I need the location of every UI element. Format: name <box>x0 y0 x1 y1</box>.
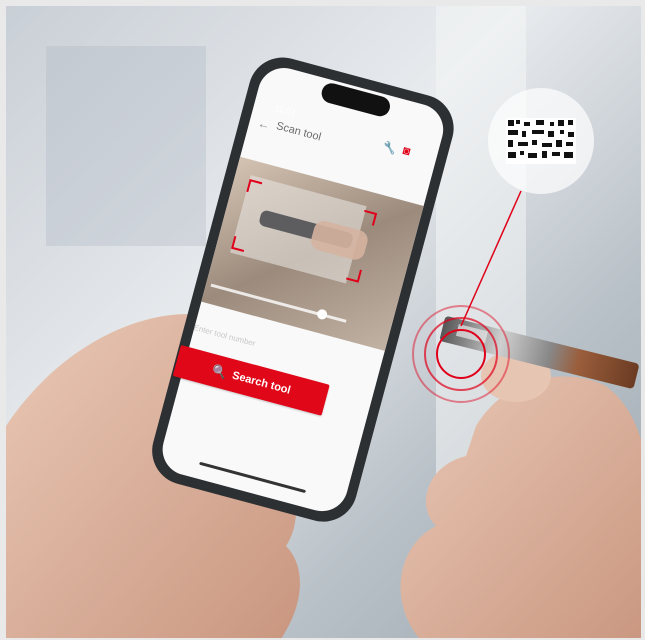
photo-frame <box>6 6 641 638</box>
search-icon: 🔍 <box>210 363 229 381</box>
search-tool-label: Search tool <box>230 369 292 397</box>
photo-scene: 11:01 ← Scan tool 🔧 ◙ Enter tool number … <box>0 0 645 640</box>
photo-illustration <box>6 6 641 638</box>
